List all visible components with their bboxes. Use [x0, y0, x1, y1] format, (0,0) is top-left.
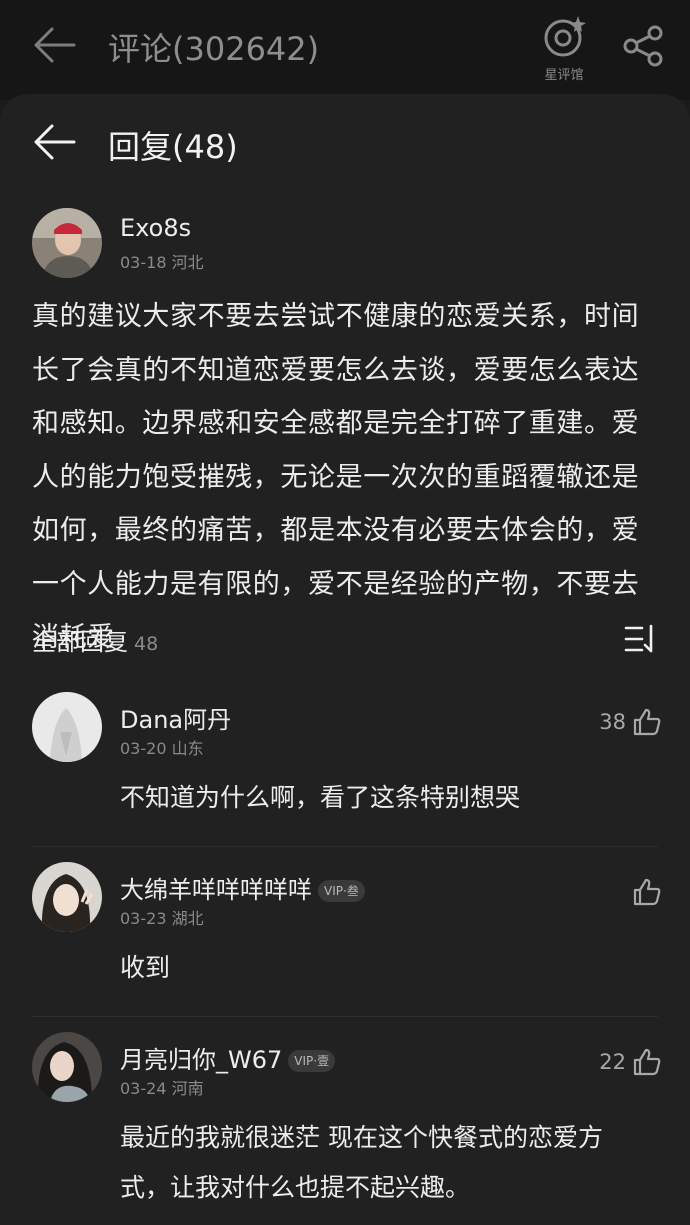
sheet-header: 回复(48): [0, 94, 690, 194]
reply-item: 大绵羊咩咩咩咩咩 VIP·叁 03-23 湖北 收到: [0, 862, 690, 1012]
avatar[interactable]: [32, 208, 102, 278]
thumbs-up-icon: [633, 878, 661, 906]
divider: [32, 1016, 658, 1017]
top-bar: 评论(302642) 星评馆: [0, 0, 690, 100]
all-replies-label: 全部回复: [32, 628, 128, 656]
like-count: 38: [599, 710, 626, 734]
reply-text: 收到: [120, 953, 171, 982]
all-replies-header: 全部回复 48: [32, 622, 158, 657]
avatar[interactable]: [32, 1032, 102, 1102]
reply-location: 山东: [171, 739, 204, 758]
reply-location: 河南: [171, 1079, 204, 1098]
sort-icon[interactable]: [624, 624, 658, 654]
thumbs-up-icon: [633, 708, 661, 736]
reply-text: 不知道为什么啊，看了这条特别想哭: [120, 783, 521, 812]
like-count: 22: [599, 1050, 626, 1074]
avatar[interactable]: [32, 862, 102, 932]
vip-badge: VIP·壹: [288, 1050, 336, 1072]
reply-sheet: 回复(48) Exo8s 03-18 河北 真的建议大家不要去尝试不健康的恋爱关…: [0, 94, 690, 1225]
root-comment-text: 真的建议大家不要去尝试不健康的恋爱关系，时间长了会真的不知道恋爱要怎么去谈，爱要…: [32, 301, 640, 653]
username-row: 月亮归你_W67 VIP·壹: [120, 1040, 336, 1075]
username[interactable]: 大绵羊咩咩咩咩咩: [120, 876, 312, 904]
like-button[interactable]: 38: [599, 706, 662, 738]
all-replies-count: 48: [134, 633, 159, 655]
reply-text: 最近的我就很迷茫 现在这个快餐式的恋爱方式，让我对什么也提不起兴趣。: [120, 1123, 603, 1202]
star-review-icon: [544, 16, 586, 57]
comment-date: 03-18: [120, 253, 167, 272]
reply-meta: 03-23 湖北: [120, 905, 204, 929]
share-icon[interactable]: [622, 24, 666, 68]
comment-meta: 03-18 河北: [120, 249, 204, 273]
like-button[interactable]: 22: [599, 1046, 662, 1078]
back-arrow-icon[interactable]: [32, 122, 76, 162]
star-review-label: 星评馆: [544, 68, 584, 83]
reply-meta: 03-24 河南: [120, 1075, 204, 1099]
star-review-hall-button[interactable]: 星评馆: [536, 14, 592, 84]
thumbs-up-icon: [633, 1048, 661, 1076]
reply-item: Dana阿丹 03-20 山东 38 不知道为什么啊，看了这条特别想哭: [0, 692, 690, 842]
username[interactable]: 月亮归你_W67: [120, 1046, 282, 1074]
vip-badge: VIP·叁: [318, 880, 365, 902]
like-button[interactable]: [632, 876, 662, 908]
avatar[interactable]: [32, 692, 102, 762]
username-row: 大绵羊咩咩咩咩咩 VIP·叁: [120, 870, 365, 905]
reply-date: 03-23: [120, 909, 167, 928]
reply-date: 03-20: [120, 739, 167, 758]
back-arrow-icon[interactable]: [32, 26, 76, 64]
username[interactable]: Dana阿丹: [120, 700, 231, 735]
reply-meta: 03-20 山东: [120, 735, 204, 759]
replies-title: 回复(48): [108, 128, 238, 166]
comment-location: 河北: [171, 253, 204, 272]
comments-title: 评论(302642): [108, 30, 320, 68]
divider: [32, 846, 658, 847]
reply-item: 月亮归你_W67 VIP·壹 03-24 河南 22 最近的我就很迷茫 现在这个快…: [0, 1032, 690, 1222]
reply-date: 03-24: [120, 1079, 167, 1098]
reply-location: 湖北: [171, 909, 204, 928]
username[interactable]: Exo8s: [120, 214, 191, 242]
